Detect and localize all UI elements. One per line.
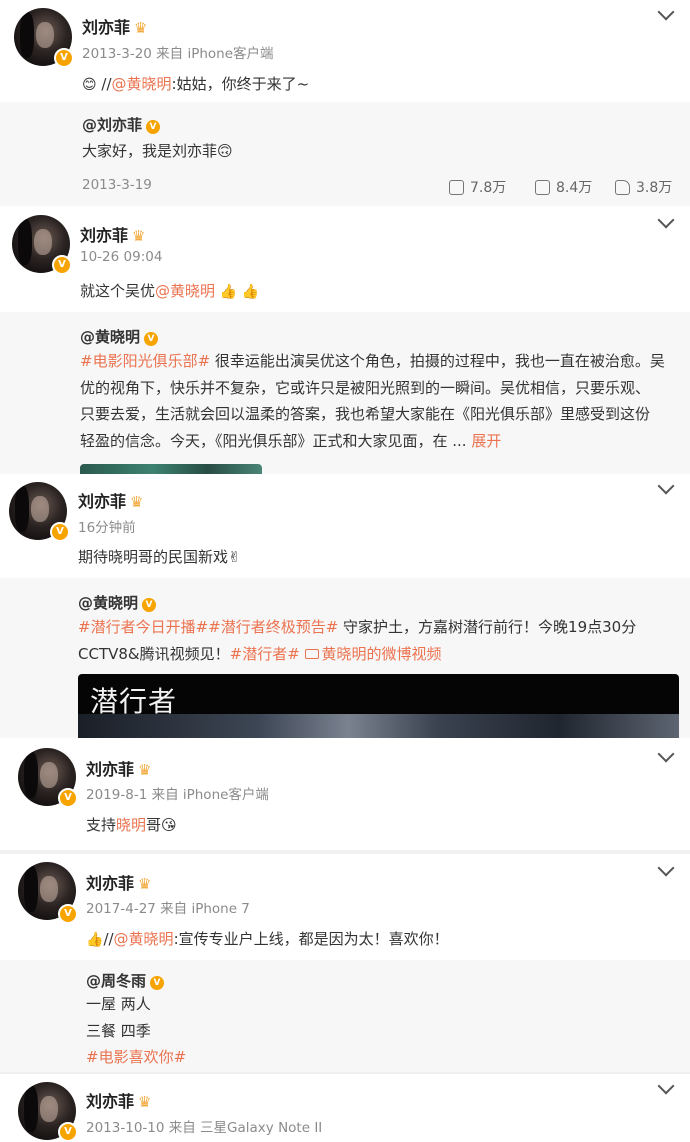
chevron-down-icon[interactable] (657, 3, 675, 21)
mention-link[interactable]: @黄晓明 (112, 75, 172, 93)
thumbs-up-icon: 👍 👍 (219, 284, 260, 300)
video-icon (304, 648, 319, 659)
post-meta: 2013-3-20 来自 iPhone客户端 (82, 46, 274, 62)
verified-icon: V (58, 904, 78, 924)
verified-icon: V (142, 598, 157, 612)
author-name[interactable]: 刘亦菲 ♛ (86, 870, 151, 894)
repost-author[interactable]: @黄晓明 V (78, 592, 157, 613)
chevron-down-icon[interactable] (657, 1077, 675, 1095)
highlight-text: 晓明 (116, 816, 147, 834)
verified-icon: V (50, 522, 70, 542)
video-link[interactable]: 黄晓明的微博视频 (304, 645, 442, 663)
verified-icon: V (146, 120, 161, 134)
post-meta: 2013-10-10 来自 三星Galaxy Note II (86, 1120, 323, 1136)
post-2: V 刘亦菲 ♛ 10-26 09:04 就这个吴优@黄晓明 👍 👍 @黄晓明 V #… (0, 206, 690, 474)
verified-icon: V (58, 788, 78, 808)
repost-author[interactable]: @周冬雨 V (86, 970, 165, 991)
repost-card[interactable]: @刘亦菲 V 大家好，我是刘亦菲🙃 2013-3-19 7.8万 8.4万 3.8… (0, 102, 690, 206)
verified-icon: V (52, 255, 72, 275)
crown-icon: ♛ (138, 761, 152, 779)
mention-link[interactable]: @黄晓明 (155, 282, 215, 300)
repost-card[interactable]: @黄晓明 V #潜行者今日开播##潜行者终极预告# 守家护土，方嘉树潜行前行！今晚… (0, 578, 690, 738)
repost-card[interactable]: @黄晓明 V #电影阳光俱乐部# 很幸运能出演吴优这个角色，拍摄的过程中，我也一直… (0, 312, 690, 474)
repost-text: 大家好，我是刘亦菲🙃 (82, 142, 233, 160)
post-text: 👍//@黄晓明:宣传专业户上线，都是因为太！喜欢你！ (86, 930, 449, 948)
like-count[interactable]: 3.8万 (615, 177, 672, 197)
video-player[interactable]: 潜行者 (78, 674, 679, 738)
post-text: 就这个吴优@黄晓明 👍 👍 (80, 282, 260, 300)
repost-author[interactable]: @刘亦菲 V (82, 114, 161, 135)
comment-count[interactable]: 8.4万 (535, 177, 592, 197)
video-title: 潜行者 (90, 685, 178, 718)
comment-icon (535, 180, 550, 195)
repost-image[interactable] (80, 464, 262, 474)
thumbs-up-icon: 👍 (86, 932, 104, 948)
repost-author[interactable]: @黄晓明 V (80, 326, 159, 347)
repost-date: 2013-3-19 (82, 177, 152, 193)
hashtag-link[interactable]: #潜行者今日开播##潜行者终极预告# (78, 618, 338, 636)
post-1: V 刘亦菲 ♛ 2013-3-20 来自 iPhone客户端 😊 //@黄晓明:姑… (0, 0, 690, 206)
chevron-down-icon[interactable] (657, 477, 675, 495)
chevron-down-icon[interactable] (657, 211, 675, 229)
post-text: 期待晓明哥的民国新戏✌ (78, 548, 241, 566)
post-4: V 刘亦菲 ♛ 2019-8-1 来自 iPhone客户端 支持晓明哥😘 (0, 738, 690, 850)
mention-link[interactable]: @黄晓明 (114, 930, 174, 948)
hashtag-link[interactable]: #电影阳光俱乐部# (80, 352, 210, 370)
author-name[interactable]: 刘亦菲 ♛ (80, 222, 145, 246)
post-5: V 刘亦菲 ♛ 2017-4-27 来自 iPhone 7 👍//@黄晓明:宣传专… (0, 854, 690, 1072)
author-name[interactable]: 刘亦菲 ♛ (86, 1088, 151, 1112)
repost-card[interactable]: @周冬雨 V 一屋 两人 三餐 四季 #电影喜欢你# (0, 960, 690, 1072)
repost-text: 一屋 两人 三餐 四季 #电影喜欢你# (86, 991, 681, 1071)
post-meta: 2017-4-27 来自 iPhone 7 (86, 901, 250, 917)
author-name[interactable]: 刘亦菲 ♛ (86, 756, 151, 780)
verified-icon: V (58, 1122, 78, 1142)
verified-icon: V (54, 48, 74, 68)
crown-icon: ♛ (138, 875, 152, 893)
like-icon (615, 180, 630, 195)
post-text: 支持晓明哥😘 (86, 816, 177, 834)
chevron-down-icon[interactable] (657, 745, 675, 763)
post-meta: 2019-8-1 来自 iPhone客户端 (86, 787, 269, 803)
crown-icon: ♛ (132, 227, 146, 245)
crown-icon: ♛ (138, 1093, 152, 1111)
expand-link[interactable]: 展开 (471, 432, 501, 450)
repost-text: #潜行者今日开播##潜行者终极预告# 守家护土，方嘉树潜行前行！今晚19点30分… (78, 618, 637, 663)
post-6: V 刘亦菲 ♛ 2013-10-10 来自 三星Galaxy Note II (0, 1074, 690, 1142)
chevron-down-icon[interactable] (657, 859, 675, 877)
author-name[interactable]: 刘亦菲 ♛ (78, 488, 143, 512)
author-name[interactable]: 刘亦菲 ♛ (82, 14, 147, 38)
crown-icon: ♛ (134, 19, 148, 37)
verified-icon: V (150, 976, 165, 990)
post-text: 😊 //@黄晓明:姑姑，你终于来了~ (82, 75, 310, 93)
repost-icon (449, 180, 464, 195)
post-meta: 10-26 09:04 (80, 249, 163, 265)
repost-text: #电影阳光俱乐部# 很幸运能出演吴优这个角色，拍摄的过程中，我也一直在被治愈。吴… (80, 352, 665, 450)
crown-icon: ♛ (130, 493, 144, 511)
post-meta: 16分钟前 (78, 520, 136, 536)
emoji-icon: 😊 (82, 77, 97, 93)
hashtag-link[interactable]: #潜行者# (230, 645, 300, 663)
repost-count[interactable]: 7.8万 (449, 177, 506, 197)
verified-icon: V (144, 332, 159, 346)
post-3: V 刘亦菲 ♛ 16分钟前 期待晓明哥的民国新戏✌ @黄晓明 V #潜行者今日开播#… (0, 474, 690, 738)
hashtag-link[interactable]: #电影喜欢你# (86, 1044, 681, 1071)
